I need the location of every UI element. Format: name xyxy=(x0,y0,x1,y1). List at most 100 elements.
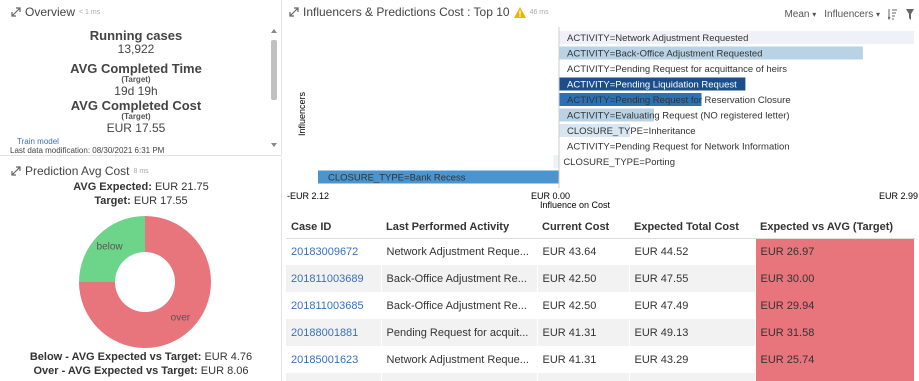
activity-cell: BO Service Closure xyxy=(381,373,538,381)
last-modification: Last data modification: 08/30/2021 6:31 … xyxy=(10,146,165,155)
running-cases-title: Running cases xyxy=(89,28,183,43)
case-id-cell[interactable]: 201811003689 xyxy=(286,265,382,292)
train-model-link[interactable]: Train model xyxy=(17,137,59,146)
expected-vs-avg-cell: EUR 29.94 xyxy=(755,292,915,319)
expand-icon[interactable] xyxy=(288,6,300,18)
overview-title: Overview xyxy=(25,5,76,19)
table-row[interactable]: 201811003685 Back-Office Adjustment Re...… xyxy=(286,292,915,319)
y-axis-label: Influencers xyxy=(297,91,307,136)
expected-total-cell: EUR 44.52 xyxy=(629,238,756,265)
avg-cost-title: AVG Completed Cost xyxy=(70,98,202,113)
running-cases-value: 13,922 xyxy=(117,42,155,57)
warning-icon[interactable] xyxy=(513,6,526,18)
below-value: EUR 4.76 xyxy=(204,351,253,363)
table-row[interactable]: 20188001881 Pending Request for acquit...… xyxy=(286,319,915,346)
avg-expected-value: EUR 21.75 xyxy=(154,181,209,193)
influencers-chart: Influencers ACTIVITY=Network Adjustment … xyxy=(287,27,918,210)
table-row[interactable]: 201811003689 Back-Office Adjustment Re...… xyxy=(286,265,915,292)
activity-cell: Back-Office Adjustment Re... xyxy=(381,265,538,292)
prediction-header: Prediction Avg Cost 8 ms xyxy=(10,164,149,178)
below-line: Below - AVG Expected vs Target: EUR 4.76 xyxy=(0,351,282,363)
case-id-cell[interactable]: 20188001881 xyxy=(286,319,382,346)
scroll-up-icon[interactable] xyxy=(271,28,277,33)
cases-table: Case ID Last Performed Activity Current … xyxy=(286,217,915,381)
table-header-row: Case ID Last Performed Activity Current … xyxy=(286,217,914,239)
influencer-bar-label: ACTIVITY=Pending Request for Network Inf… xyxy=(567,142,790,153)
overview-scrollbar[interactable] xyxy=(270,28,278,148)
avg-time-value: 19d 19h xyxy=(114,84,158,99)
expected-total-cell: EUR 43.29 xyxy=(629,346,756,373)
prediction-donut: below over xyxy=(79,216,211,348)
avg-expected-label: AVG Expected: xyxy=(73,181,152,193)
chart-options: Mean ▾ Influencers ▾ xyxy=(784,9,914,20)
case-id-cell[interactable]: 20183009672 xyxy=(286,238,382,265)
expected-total-cell: EUR 48.48 xyxy=(629,373,756,381)
target-line: Target: EUR 17.55 xyxy=(0,195,282,207)
expected-vs-avg-cell: EUR 26.97 xyxy=(755,238,915,265)
caret-down-icon: ▾ xyxy=(875,10,880,19)
expected-vs-avg-cell: EUR 30.93 xyxy=(755,373,915,381)
table-row[interactable]: 20191000617BO Service ClosureEUR 38.31EU… xyxy=(286,373,915,381)
influencer-bar-label: CLOSURE_TYPE=Porting xyxy=(563,157,675,168)
x-axis-label: Influence on Cost xyxy=(540,200,611,210)
influencers-dropdown[interactable]: Influencers ▾ xyxy=(824,9,880,20)
prediction-panel: Prediction Avg Cost 8 ms AVG Expected: E… xyxy=(0,159,282,381)
case-id-cell[interactable]: 20191000617 xyxy=(286,373,382,381)
expected-total-cell: EUR 47.55 xyxy=(629,265,756,292)
influencer-bar-label: CLOSURE_TYPE=Bank Recess xyxy=(328,173,466,184)
expected-vs-avg-cell: EUR 30.00 xyxy=(755,265,915,292)
col-case-id[interactable]: Case ID xyxy=(286,217,381,239)
x-min-label: -EUR 2.12 xyxy=(287,191,329,201)
overview-timing: < 1 ms xyxy=(79,8,101,16)
target-label: Target: xyxy=(94,195,131,207)
col-last-activity[interactable]: Last Performed Activity xyxy=(381,217,537,239)
overview-panel: Overview < 1 ms Running cases 13,922 AVG… xyxy=(0,0,282,156)
influencer-bar-label: ACTIVITY=Evaluating Request (NO register… xyxy=(567,111,790,122)
table-row[interactable]: 20183009672 Network Adjustment Reque... EU… xyxy=(286,238,915,265)
target-value: EUR 17.55 xyxy=(133,195,188,207)
expected-vs-avg-cell: EUR 25.74 xyxy=(755,346,915,373)
influencers-dropdown-label: Influencers xyxy=(824,9,874,20)
influencer-bar-label: ACTIVITY=Pending Request for acquittance… xyxy=(567,64,787,75)
x-max-label: EUR 2.99 xyxy=(879,191,918,201)
influencer-bar-label: ACTIVITY=Network Adjustment Requested xyxy=(567,33,748,44)
donut-label-over: over xyxy=(171,312,191,323)
col-expected-vs-avg[interactable]: Expected vs AVG (Target) xyxy=(755,217,914,239)
expected-total-cell: EUR 49.13 xyxy=(629,319,756,346)
activity-cell: Network Adjustment Reque... xyxy=(381,238,538,265)
mean-dropdown[interactable]: Mean ▾ xyxy=(784,9,816,20)
influencers-timing: 46 ms xyxy=(529,8,549,16)
current-cost-cell: EUR 41.31 xyxy=(537,346,630,373)
caret-down-icon: ▾ xyxy=(812,10,817,19)
over-line: Over - AVG Expected vs Target: EUR 8.06 xyxy=(0,365,282,377)
expected-vs-avg-cell: EUR 31.58 xyxy=(755,319,915,346)
influencer-bar-label: ACTIVITY=Pending Request for Reservation… xyxy=(567,95,791,106)
influencer-bar-label: ACTIVITY=Back-Office Adjustment Requeste… xyxy=(567,49,762,60)
expand-icon[interactable] xyxy=(10,165,22,177)
case-id-cell[interactable]: 20185001623 xyxy=(286,346,382,373)
mean-label: Mean xyxy=(784,9,810,20)
avg-time-title: AVG Completed Time xyxy=(70,61,202,76)
current-cost-cell: EUR 38.31 xyxy=(537,373,630,381)
influencer-bar[interactable] xyxy=(553,155,559,168)
expected-total-cell: EUR 47.49 xyxy=(629,292,756,319)
avg-cost-value: EUR 17.55 xyxy=(106,121,166,136)
scroll-down-icon[interactable] xyxy=(271,143,277,148)
col-current-cost[interactable]: Current Cost xyxy=(537,217,629,239)
col-expected-total[interactable]: Expected Total Cost xyxy=(629,217,755,239)
expand-icon[interactable] xyxy=(10,6,22,18)
over-label: Over - AVG Expected vs Target: xyxy=(33,365,198,377)
scroll-thumb[interactable] xyxy=(271,40,277,100)
below-label: Below - AVG Expected vs Target: xyxy=(29,351,202,363)
activity-cell: Network Adjustment Reque... xyxy=(381,346,538,373)
influencers-header: Influencers & Predictions Cost : Top 10 … xyxy=(288,5,549,19)
current-cost-cell: EUR 41.31 xyxy=(537,319,630,346)
filter-icon[interactable] xyxy=(906,9,914,20)
current-cost-cell: EUR 43.64 xyxy=(537,238,630,265)
case-id-cell[interactable]: 201811003685 xyxy=(286,292,382,319)
sort-icon[interactable] xyxy=(888,9,898,20)
table-row[interactable]: 20185001623 Network Adjustment Reque... EU… xyxy=(286,346,915,373)
avg-expected-line: AVG Expected: EUR 21.75 xyxy=(0,181,282,193)
overview-header: Overview < 1 ms xyxy=(10,5,100,19)
over-value: EUR 8.06 xyxy=(200,365,249,377)
